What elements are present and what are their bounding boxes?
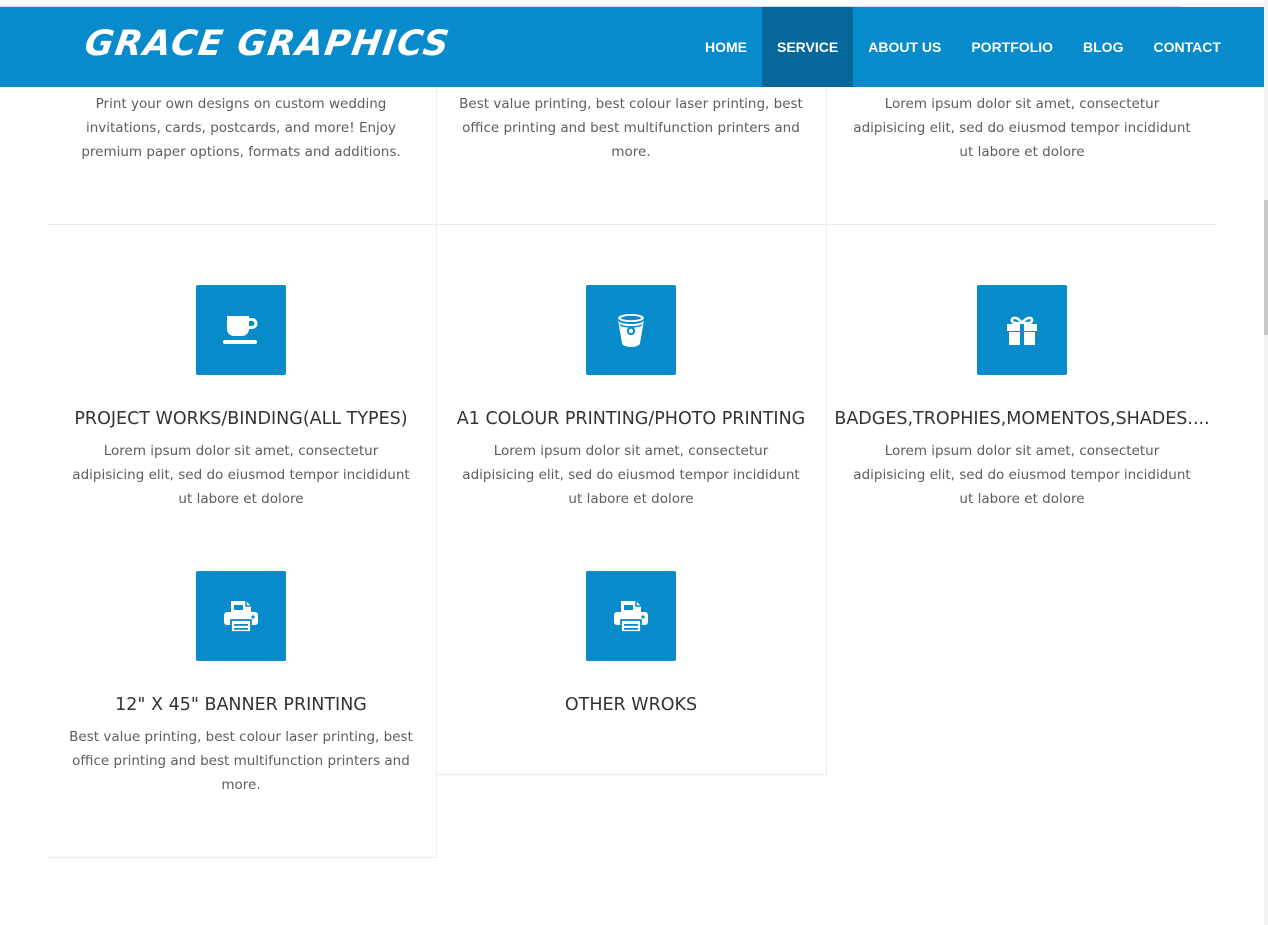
service-title: BADGES,TROPHIES,MOMENTOS,SHADES....: [834, 409, 1210, 429]
service-description: Best value printing, best colour laser p…: [69, 729, 413, 793]
service-description: Print your own designs on custom wedding…: [81, 96, 401, 160]
gift-icon: [977, 285, 1067, 375]
nav-contact[interactable]: CONTACT: [1138, 7, 1235, 87]
service-title: A1 COLOUR PRINTING/PHOTO PRINTING: [456, 409, 806, 429]
grid-divider: [826, 87, 827, 775]
logo[interactable]: GRACE GRAPHICS: [82, 24, 452, 64]
service-description: Best value printing, best colour laser p…: [459, 96, 803, 160]
navbar: GRACE GRAPHICS HOME SERVICE ABOUT US POR…: [0, 7, 1268, 87]
page-scrollbar[interactable]: [1264, 0, 1268, 925]
browser-top-edge: [0, 0, 1180, 7]
nav-blog[interactable]: BLOG: [1068, 7, 1138, 87]
service-title: 12" X 45" BANNER PRINTING: [115, 695, 367, 715]
grid-divider: [437, 774, 827, 775]
grid-divider: [48, 857, 437, 858]
nav-portfolio[interactable]: PORTFOLIO: [956, 7, 1068, 87]
grid-divider: [436, 87, 437, 857]
coffee-cup-icon: [196, 285, 286, 375]
bucket-icon: [586, 285, 676, 375]
service-description: Lorem ipsum dolor sit amet, consectetur …: [462, 443, 800, 507]
service-title: PROJECT WORKS/BINDING(ALL TYPES): [74, 409, 408, 429]
printer-icon: [196, 571, 286, 661]
main-nav: HOME SERVICE ABOUT US PORTFOLIO BLOG CON…: [690, 7, 1236, 87]
scrollbar-thumb[interactable]: [1264, 200, 1268, 335]
nav-home[interactable]: HOME: [690, 7, 762, 87]
printer-icon: [586, 571, 676, 661]
service-description: Lorem ipsum dolor sit amet, consectetur …: [853, 96, 1191, 160]
grid-divider: [48, 224, 1216, 225]
nav-about-us[interactable]: ABOUT US: [853, 7, 956, 87]
nav-service[interactable]: SERVICE: [762, 7, 854, 87]
service-description: Lorem ipsum dolor sit amet, consectetur …: [853, 443, 1191, 507]
service-description: Lorem ipsum dolor sit amet, consectetur …: [72, 443, 410, 507]
service-title: OTHER WROKS: [564, 695, 698, 715]
